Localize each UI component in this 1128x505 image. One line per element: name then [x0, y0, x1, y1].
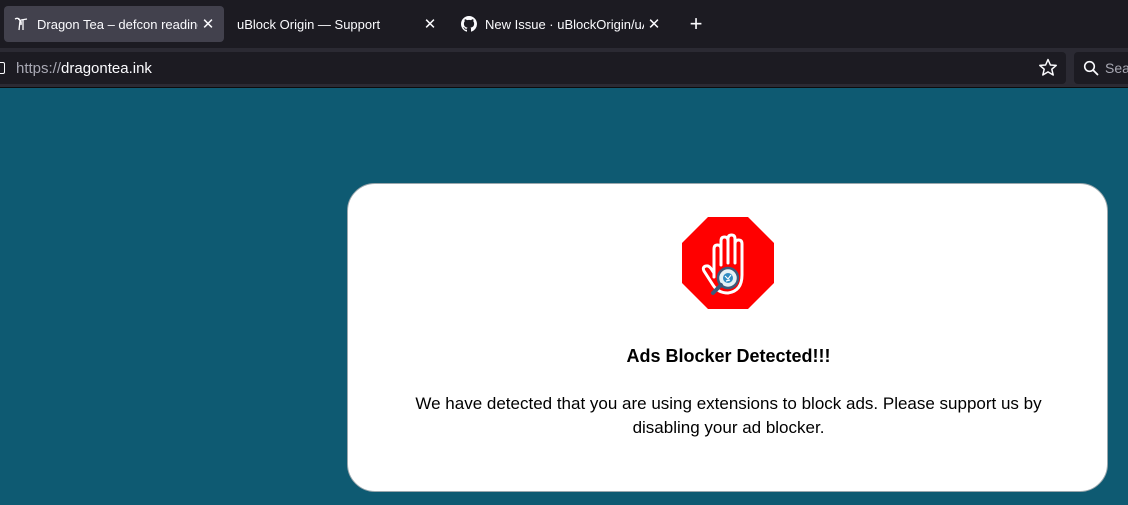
new-tab-button[interactable]: +: [684, 13, 708, 37]
github-icon: [461, 16, 477, 32]
url-bar[interactable]: https://dragontea.ink: [0, 52, 1066, 84]
tab-close-icon[interactable]: ✕: [644, 14, 664, 34]
search-icon: [1083, 60, 1099, 76]
search-bar[interactable]: Sear: [1074, 52, 1128, 84]
tab-title: uBlock Origin — Support: [237, 16, 381, 32]
url-host: dragontea.ink: [61, 60, 152, 77]
lock-icon: [0, 62, 5, 74]
tab-title: Dragon Tea – defcon reading lv: [37, 16, 198, 32]
tab-close-icon[interactable]: ✕: [420, 14, 440, 34]
tab-title: New Issue · uBlockOrigin/uAsse: [485, 16, 644, 32]
dragon-tea-favicon-icon: [13, 16, 29, 32]
modal-message: We have detected that you are using exte…: [415, 394, 1042, 437]
page-content: Ads Blocker Detected!!! We have detected…: [0, 88, 1128, 505]
search-placeholder: Sear: [1105, 60, 1128, 76]
url-text[interactable]: https://dragontea.ink: [16, 60, 152, 77]
tab-close-icon[interactable]: ✕: [198, 14, 218, 34]
modal-title: Ads Blocker Detected!!!: [626, 346, 831, 366]
tab-new-issue[interactable]: New Issue · uBlockOrigin/uAsse ✕: [452, 6, 670, 42]
bookmark-star-icon[interactable]: [1036, 56, 1060, 80]
adblock-modal: Ads Blocker Detected!!! We have detected…: [347, 183, 1108, 492]
url-protocol: https://: [16, 60, 62, 77]
stop-hand-icon: [680, 215, 776, 311]
tab-dragon-tea[interactable]: Dragon Tea – defcon reading lv ✕: [4, 6, 224, 42]
tab-strip: Dragon Tea – defcon reading lv ✕ uBlock …: [0, 0, 1128, 48]
nav-bar: https://dragontea.ink Sear: [0, 48, 1128, 88]
tab-ublock-support[interactable]: uBlock Origin — Support ✕: [228, 6, 446, 42]
browser-chrome: Dragon Tea – defcon reading lv ✕ uBlock …: [0, 0, 1128, 88]
